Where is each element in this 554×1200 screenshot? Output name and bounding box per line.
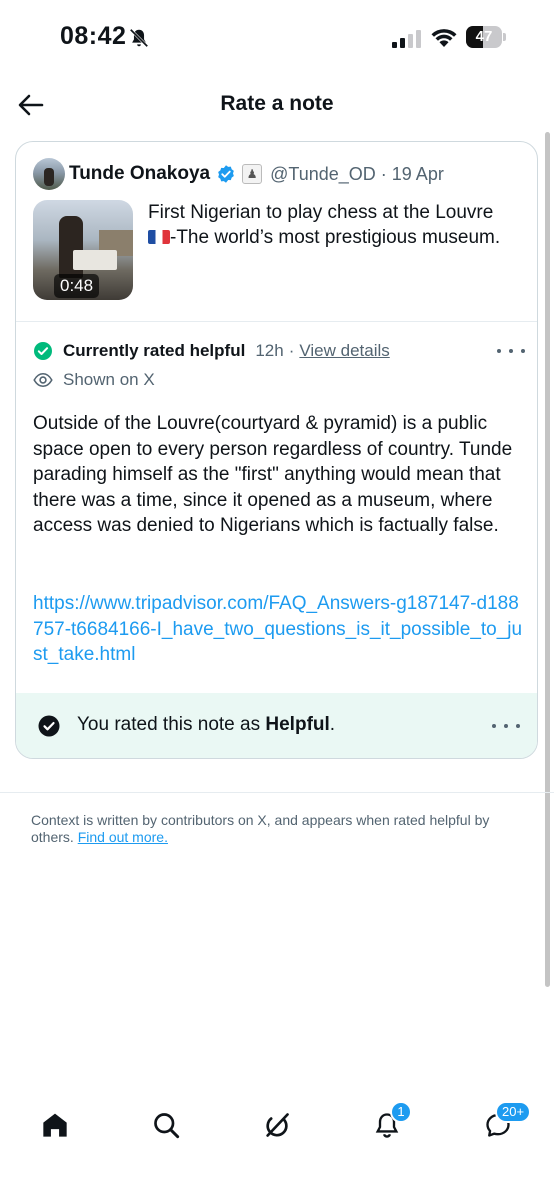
nav-home[interactable] [30,1100,80,1150]
notifications-badge: 1 [390,1101,412,1123]
note-more-button[interactable] [497,341,525,361]
your-rating-prefix: You rated this note as [77,714,266,735]
header: Rate a note [0,76,554,134]
video-duration: 0:48 [54,274,100,298]
flag-france-icon [148,230,170,244]
quoted-tweet[interactable]: Tunde Onakoya ♟ @Tunde_OD · 19 Apr 0:48 … [16,142,537,322]
your-rating-bar: You rated this note as Helpful. [16,693,537,758]
nav-messages[interactable]: 20+ [473,1100,532,1150]
note-age: 12h [255,341,284,360]
scrollbar[interactable] [545,132,550,987]
avatar[interactable] [33,158,65,190]
shown-on-label: Shown on X [63,370,155,389]
your-rating-text: You rated this note as Helpful. [77,714,335,736]
search-icon [154,1113,180,1139]
author-handle: @Tunde_OD [270,163,376,184]
note-card: Tunde Onakoya ♟ @Tunde_OD · 19 Apr 0:48 … [15,141,538,759]
rating-more-button[interactable] [492,716,520,736]
author-name[interactable]: Tunde Onakoya [69,163,210,185]
home-indicator [0,1190,554,1200]
grok-icon [266,1113,289,1137]
nav-grok[interactable] [252,1100,302,1150]
bottom-navigation: 1 20+ [0,1100,554,1150]
bell-off-icon [129,28,149,48]
tweet-text-line2: -The world’s most prestigious museum. [170,227,501,248]
note-status: Currently rated helpful [63,341,246,360]
battery-indicator: 47 [466,26,506,48]
context-disclaimer: Context is written by contributors on X,… [31,812,531,845]
separator-dot: · [288,341,295,360]
separator-dot: · [380,163,387,184]
messages-badge: 20+ [495,1101,532,1123]
battery-level: 47 [475,28,493,45]
signal-icon [392,30,421,48]
video-thumbnail[interactable]: 0:48 [33,200,133,300]
verified-badge-icon [218,165,234,183]
community-note: Currently rated helpful 12h · View detai… [16,323,537,693]
nav-search[interactable] [141,1100,191,1150]
note-source-link[interactable]: https://www.tripadvisor.com/FAQ_Answers-… [33,591,528,668]
page-title: Rate a note [220,92,334,115]
wifi-icon [431,29,457,47]
tweet-text-line1: First Nigerian to play chess at the Louv… [148,202,494,223]
eye-icon [33,372,53,388]
helpful-check-icon [34,342,52,360]
home-icon [43,1113,67,1137]
your-rating-suffix: . [329,714,336,735]
rated-check-icon [38,715,60,737]
find-out-more-link[interactable]: Find out more. [78,829,168,845]
note-body: Outside of the Louvre(courtyard & pyrami… [33,413,513,536]
nav-notifications[interactable]: 1 [362,1100,412,1150]
tweet-header: Tunde Onakoya ♟ @Tunde_OD · 19 Apr [69,160,444,188]
divider [0,792,554,793]
tweet-text: First Nigerian to play chess at the Louv… [148,200,520,250]
your-rating-value: Helpful [265,714,330,735]
status-time: 08:42 [60,22,127,50]
status-bar: 08:42 47 [0,0,554,76]
shown-on-row: Shown on X [33,368,155,392]
affiliate-badge-icon: ♟ [242,164,263,184]
tweet-date: 19 Apr [391,163,444,184]
note-status-row: Currently rated helpful 12h · View detai… [33,339,390,363]
view-details-link[interactable]: View details [299,341,389,361]
